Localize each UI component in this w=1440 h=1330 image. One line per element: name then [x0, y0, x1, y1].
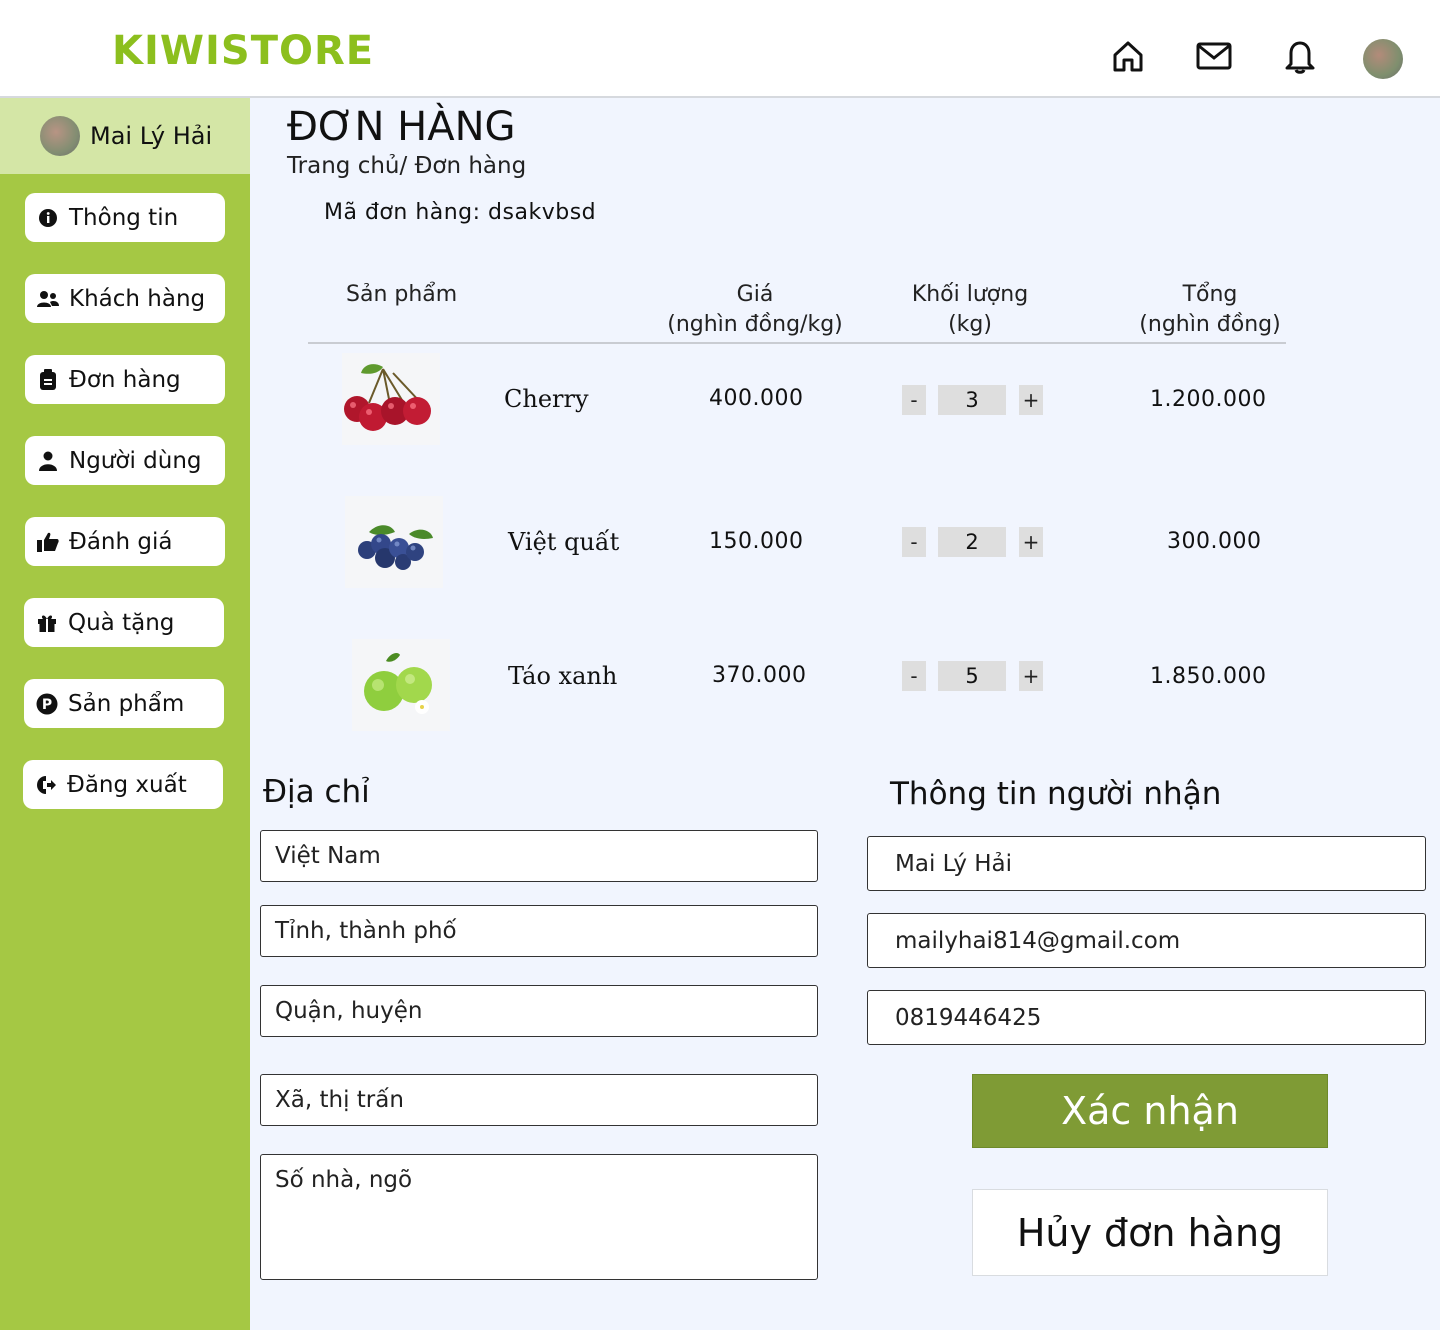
sidebar-item-thong-tin[interactable]: Thông tin: [25, 193, 225, 242]
receiver-phone-field[interactable]: 0819446425: [867, 990, 1426, 1045]
sidebar-item-label: Người dùng: [69, 447, 202, 474]
confirm-button[interactable]: Xác nhận: [972, 1074, 1328, 1148]
address-title: Địa chỉ: [263, 774, 370, 810]
province-field[interactable]: Tỉnh, thành phố: [260, 905, 818, 957]
ward-field[interactable]: Xã, thị trấn: [260, 1074, 818, 1126]
product-icon: P: [36, 693, 58, 715]
quantity-plus-button[interactable]: +: [1019, 385, 1043, 415]
order-icon: [37, 368, 59, 391]
info-icon: [37, 207, 59, 229]
header-total-line2: (nghìn đồng): [1139, 312, 1281, 337]
header-price-line1: Giá: [736, 282, 774, 307]
sidebar-item-label: Khách hàng: [69, 285, 206, 312]
sidebar-item-nguoi-dung[interactable]: Người dùng: [25, 436, 225, 485]
quantity-minus-button[interactable]: -: [902, 385, 926, 415]
header-total-line1: Tổng: [1182, 282, 1238, 307]
sidebar-item-label: Đăng xuất: [67, 771, 187, 798]
sidebar-item-danh-gia[interactable]: Đánh giá: [25, 517, 225, 566]
product-name: Việt quất: [508, 528, 620, 556]
product-total: 1.200.000: [1150, 387, 1267, 412]
header-quantity: Khối lượng (kg): [895, 280, 1045, 340]
svg-text:P: P: [42, 697, 52, 713]
gift-icon: [36, 612, 58, 634]
product-name: Cherry: [504, 385, 589, 413]
home-icon[interactable]: [1110, 38, 1146, 74]
logout-icon: [35, 774, 57, 796]
thumbs-up-icon: [37, 531, 59, 553]
header-product: Sản phẩm: [346, 282, 458, 307]
quantity-minus-button[interactable]: -: [902, 527, 926, 557]
product-price: 150.000: [709, 529, 804, 554]
quantity-value[interactable]: 3: [938, 385, 1006, 415]
sidebar-item-label: Sản phẩm: [68, 690, 185, 717]
product-name: Táo xanh: [508, 662, 618, 690]
district-field[interactable]: Quận, huyện: [260, 985, 818, 1037]
product-price: 400.000: [709, 386, 804, 411]
header-quantity-line2: (kg): [948, 312, 992, 337]
cancel-order-button[interactable]: Hủy đơn hàng: [972, 1189, 1328, 1276]
page-title: ĐƠN HÀNG: [287, 104, 516, 150]
product-price: 370.000: [712, 663, 807, 688]
logo[interactable]: KIWISTORE: [112, 28, 374, 74]
quantity-minus-button[interactable]: -: [902, 661, 926, 691]
sidebar-item-san-pham[interactable]: P Sản phẩm: [24, 679, 224, 728]
sidebar-item-don-hang[interactable]: Đơn hàng: [25, 355, 225, 404]
sidebar: Mai Lý Hải Thông tin Khách hàng Đơn hàng…: [0, 98, 250, 1330]
mail-icon[interactable]: [1196, 38, 1232, 74]
sidebar-item-label: Đánh giá: [69, 528, 173, 555]
product-total: 1.850.000: [1150, 664, 1267, 689]
cherry-image: [342, 353, 440, 445]
product-total: 300.000: [1167, 529, 1262, 554]
users-icon: [37, 288, 59, 310]
blueberry-image: [345, 496, 443, 588]
sidebar-item-khach-hang[interactable]: Khách hàng: [25, 274, 225, 323]
quantity-plus-button[interactable]: +: [1019, 527, 1043, 557]
header-price-line2: (nghìn đồng/kg): [667, 312, 843, 337]
header-total: Tổng (nghìn đồng): [1130, 280, 1290, 340]
quantity-plus-button[interactable]: +: [1019, 661, 1043, 691]
header-quantity-line1: Khối lượng: [911, 282, 1029, 307]
quantity-value[interactable]: 2: [938, 527, 1006, 557]
green-apple-image: [352, 639, 450, 731]
bell-icon[interactable]: [1282, 38, 1318, 74]
user-icon: [37, 450, 59, 472]
receiver-name-field[interactable]: Mai Lý Hải: [867, 836, 1426, 891]
sidebar-user[interactable]: Mai Lý Hải: [0, 98, 250, 174]
table-header-divider: [308, 342, 1286, 344]
user-name: Mai Lý Hải: [90, 122, 213, 150]
header-price: Giá (nghìn đồng/kg): [660, 280, 850, 340]
receiver-email-field[interactable]: mailyhai814@gmail.com: [867, 913, 1426, 968]
breadcrumb[interactable]: Trang chủ/ Đơn hàng: [287, 153, 526, 179]
avatar[interactable]: [1363, 39, 1403, 79]
sidebar-item-dang-xuat[interactable]: Đăng xuất: [23, 760, 223, 809]
user-avatar: [40, 116, 80, 156]
quantity-value[interactable]: 5: [938, 661, 1006, 691]
country-field[interactable]: Việt Nam: [260, 830, 818, 882]
sidebar-item-label: Thông tin: [69, 204, 179, 231]
sidebar-item-qua-tang[interactable]: Quà tặng: [24, 598, 224, 647]
receiver-title: Thông tin người nhận: [890, 776, 1222, 812]
street-field[interactable]: Số nhà, ngõ: [260, 1154, 818, 1280]
order-code: Mã đơn hàng: dsakvbsd: [324, 200, 597, 225]
sidebar-item-label: Quà tặng: [68, 609, 175, 636]
top-bar: KIWISTORE: [0, 0, 1440, 98]
sidebar-item-label: Đơn hàng: [69, 366, 181, 393]
